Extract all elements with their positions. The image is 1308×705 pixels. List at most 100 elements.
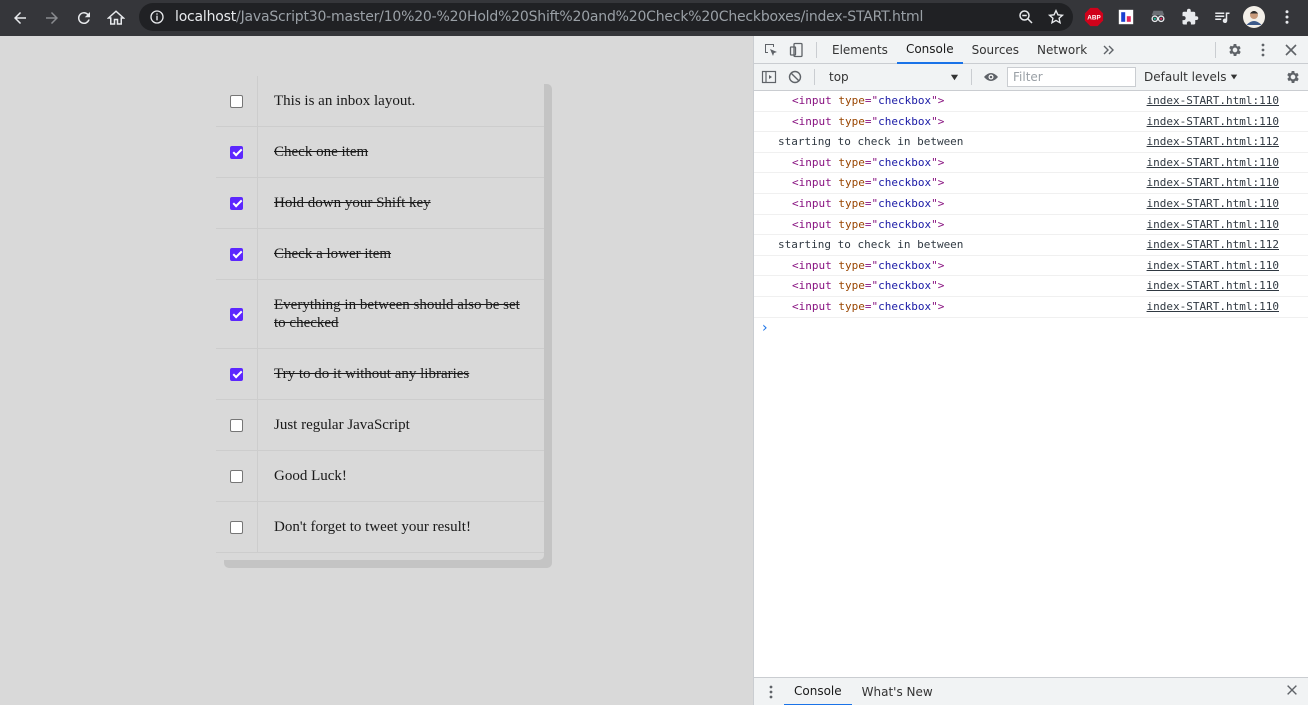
tag-close: ">	[931, 258, 945, 272]
source-link[interactable]: index-START.html:110	[1147, 194, 1279, 214]
devtools-menu-button[interactable]	[1250, 37, 1276, 63]
source-link[interactable]: index-START.html:110	[1147, 215, 1279, 235]
source-link[interactable]: index-START.html:110	[1147, 173, 1279, 193]
zoom-icon[interactable]	[1017, 8, 1035, 26]
back-button[interactable]	[4, 2, 36, 34]
tab-elements[interactable]: Elements	[823, 36, 897, 64]
tag-close: ">	[931, 155, 945, 169]
more-tabs-button[interactable]	[1096, 37, 1122, 63]
arrow-left-icon	[14, 12, 26, 24]
context-value: top	[829, 70, 849, 84]
star-icon[interactable]	[1047, 8, 1065, 26]
source-link[interactable]: index-START.html:110	[1147, 256, 1279, 276]
console-prompt[interactable]: ›	[754, 318, 1308, 338]
toolbar-divider	[1215, 42, 1216, 58]
attr-name: type	[838, 94, 865, 107]
item-checkbox[interactable]	[230, 145, 243, 159]
console-message: <input type="checkbox"> index-START.html:…	[754, 91, 1308, 112]
source-link[interactable]: index-START.html:110	[1147, 276, 1279, 296]
context-select[interactable]: top	[827, 66, 961, 88]
tab-console[interactable]: Console	[896, 36, 963, 64]
tag-name: input	[798, 217, 832, 231]
media-control-icon[interactable]	[1211, 6, 1233, 28]
attr-name: type	[838, 176, 865, 190]
console-filter-input[interactable]: Filter	[1007, 67, 1136, 87]
devtools-tabbar: Elements Console Sources Network	[754, 36, 1308, 64]
inbox-item: Check one item	[216, 127, 544, 178]
clear-console-button[interactable]	[782, 64, 808, 90]
kebab-icon	[1261, 43, 1265, 57]
attr-name: type	[838, 279, 865, 293]
drawer-tab-console[interactable]: Console	[784, 678, 852, 705]
attr-value: checkbox	[878, 258, 932, 272]
console-toolbar: top Filter Default levels	[754, 64, 1308, 91]
info-icon	[150, 10, 164, 24]
home-icon	[107, 10, 125, 25]
tag-name: input	[798, 176, 832, 190]
log-text: starting to check in between	[778, 135, 964, 149]
drawer-tab-list: Console What's New	[784, 678, 943, 705]
attr-equals: ="	[864, 176, 879, 190]
item-checkbox[interactable]	[230, 94, 243, 108]
source-link[interactable]: index-START.html:110	[1147, 153, 1279, 173]
tag-name: input	[798, 114, 832, 128]
source-link[interactable]: index-START.html:112	[1147, 235, 1279, 255]
item-checkbox[interactable]	[230, 196, 243, 210]
item-checkbox[interactable]	[230, 247, 243, 261]
inspect-icon	[765, 43, 777, 56]
eye-icon	[984, 73, 998, 81]
item-label: Hold down your Shift key	[274, 195, 431, 211]
console-settings-button[interactable]	[1280, 64, 1306, 90]
show-sidebar-button[interactable]	[756, 64, 782, 90]
tab-network[interactable]: Network	[1028, 36, 1096, 64]
attr-name: type	[838, 299, 865, 313]
tag-open: <	[792, 114, 799, 128]
close-drawer-button[interactable]	[1285, 683, 1299, 702]
url-text: localhost/JavaScript30-master/10%20-%20H…	[175, 9, 923, 25]
address-bar[interactable]: localhost/JavaScript30-master/10%20-%20H…	[139, 3, 1073, 31]
tab-sources[interactable]: Sources	[963, 36, 1028, 64]
drawer-menu-button[interactable]	[758, 679, 784, 705]
toolbar-divider	[971, 69, 972, 85]
live-expression-button[interactable]	[978, 64, 1004, 90]
item-checkbox[interactable]	[230, 520, 243, 534]
adblock-extension-icon[interactable]: ABP	[1083, 6, 1105, 28]
inbox-item: This is an inbox layout.	[216, 76, 544, 127]
item-label: Don't forget to tweet your result!	[274, 519, 471, 535]
spy-extension-icon[interactable]	[1147, 6, 1169, 28]
profile-avatar[interactable]	[1243, 6, 1265, 28]
attr-value: checkbox	[878, 114, 932, 128]
console-message: <input type="checkbox"> index-START.html:…	[754, 256, 1308, 277]
tag-name: input	[798, 258, 832, 272]
item-checkbox[interactable]	[230, 307, 243, 321]
checkbox-cell	[216, 451, 258, 501]
toolbar-divider	[816, 41, 817, 58]
item-checkbox[interactable]	[230, 367, 243, 381]
source-link[interactable]: index-START.html:110	[1147, 91, 1279, 111]
item-checkbox[interactable]	[230, 469, 243, 483]
drawer-tab-what-s-new[interactable]: What's New	[852, 678, 943, 705]
source-link[interactable]: index-START.html:110	[1147, 112, 1279, 132]
source-link[interactable]: index-START.html:112	[1147, 132, 1279, 152]
kebab-menu-icon[interactable]	[1276, 6, 1298, 28]
adblock-label: ABP	[1087, 15, 1101, 22]
inspect-element-button[interactable]	[758, 37, 784, 63]
devtools-tab-list: Elements Console Sources Network	[823, 36, 1096, 64]
gear-icon	[1287, 71, 1299, 83]
settings-button[interactable]	[1222, 37, 1248, 63]
home-button[interactable]	[100, 2, 132, 34]
source-link[interactable]: index-START.html:110	[1147, 297, 1279, 317]
forward-button[interactable]	[36, 2, 68, 34]
close-devtools-button[interactable]	[1278, 37, 1304, 63]
reload-button[interactable]	[68, 2, 100, 34]
log-levels-dropdown[interactable]: Default levels	[1144, 64, 1238, 91]
attr-name: type	[838, 155, 865, 169]
extension-icon[interactable]	[1115, 6, 1137, 28]
device-toolbar-button[interactable]	[784, 37, 810, 63]
inbox-item: Hold down your Shift key	[216, 178, 544, 229]
item-checkbox[interactable]	[230, 418, 243, 432]
log-levels-label: Default levels	[1144, 70, 1227, 84]
tag-open: <	[792, 299, 799, 313]
tag-name: input	[798, 196, 832, 210]
puzzle-icon[interactable]	[1179, 6, 1201, 28]
